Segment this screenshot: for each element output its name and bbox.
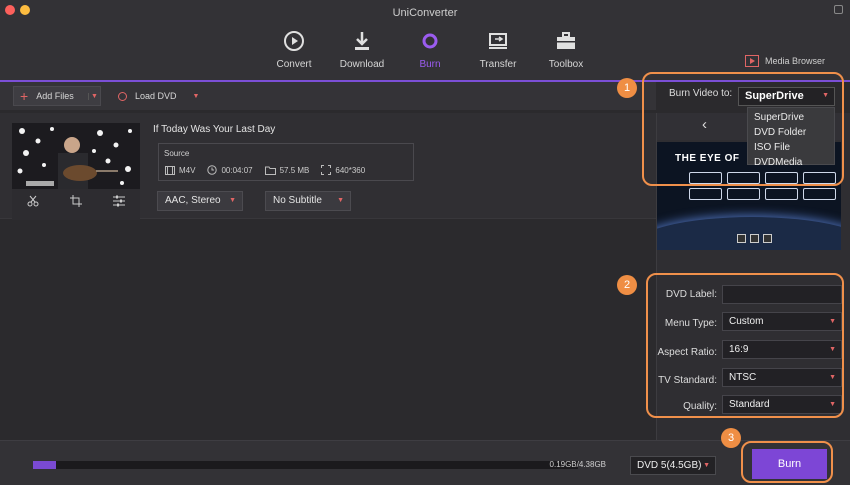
nav-burn[interactable]: Burn [396, 28, 464, 70]
clock-icon [207, 165, 218, 175]
size-value: 57.5 MB [279, 165, 310, 175]
scissors-icon[interactable] [27, 195, 39, 207]
folder-icon [264, 166, 276, 175]
source-label: Source [164, 149, 190, 158]
preview-control [750, 234, 759, 243]
annotation-badge-1: 1 [617, 78, 637, 98]
nav-convert[interactable]: Convert [260, 28, 328, 70]
file-title: If Today Was Your Last Day [153, 124, 276, 135]
media-browser-label: Media Browser [765, 56, 826, 66]
nav-download-label: Download [339, 59, 385, 70]
add-files-label: Add Files [36, 91, 74, 101]
annotation-badge-2: 2 [617, 275, 637, 295]
annotation-box-1 [642, 72, 844, 186]
file-item[interactable]: If Today Was Your Last Day Source M4V 00… [0, 113, 656, 220]
annotation-box-2 [646, 273, 844, 418]
preview-thumb [803, 188, 836, 200]
nav-burn-label: Burn [419, 59, 441, 70]
resolution-value: 640*360 [335, 165, 366, 175]
preview-controls [737, 234, 772, 243]
nav-transfer-label: Transfer [479, 59, 517, 70]
media-browser-button[interactable]: Media Browser [745, 55, 825, 67]
video-thumbnail-image [12, 123, 140, 189]
preview-thumb [765, 188, 798, 200]
nav-toolbox-label: Toolbox [548, 59, 584, 70]
add-files-button[interactable]: + Add Files ▼ [13, 86, 101, 106]
load-dvd-label: Load DVD [135, 91, 177, 101]
load-dvd-button[interactable]: Load DVD ▼ [118, 86, 199, 106]
disc-capacity-text: 0.19GB/4.38GB [549, 460, 606, 469]
adjust-icon[interactable] [112, 195, 125, 207]
nav-download[interactable]: Download [328, 28, 396, 70]
chevron-down-icon: ▼ [703, 462, 710, 469]
video-thumbnail [12, 123, 140, 220]
transfer-icon [464, 28, 532, 54]
disc-capacity-fill [33, 461, 57, 469]
format-value: M4V [179, 165, 196, 175]
download-icon [328, 28, 396, 54]
preview-thumb [689, 188, 722, 200]
subtitle-select[interactable]: No Subtitle ▼ [265, 191, 351, 211]
preview-control [763, 234, 772, 243]
media-browser-icon [745, 55, 759, 67]
toolbox-icon [532, 28, 600, 54]
chevron-down-icon[interactable]: ▼ [193, 93, 200, 100]
main-nav: Convert Download Burn Transfer Toolbox [260, 28, 600, 70]
audio-track-select[interactable]: AAC, Stereo ▼ [157, 191, 243, 211]
source-meta: M4V 00:04:07 57.5 MB 640*360 [165, 165, 377, 175]
preview-control [737, 234, 746, 243]
preview-thumb [727, 188, 760, 200]
dvd-type-select[interactable]: DVD 5(4.5GB) ▼ [630, 456, 716, 475]
format-meta: M4V [165, 165, 196, 175]
nav-transfer[interactable]: Transfer [464, 28, 532, 70]
film-icon [165, 165, 175, 175]
crop-icon[interactable] [69, 194, 82, 207]
plus-icon: + [20, 88, 29, 104]
window-title: UniConverter [392, 7, 458, 19]
resolution-meta: 640*360 [321, 165, 365, 175]
nav-toolbox[interactable]: Toolbox [532, 28, 600, 70]
convert-icon [260, 28, 328, 54]
annotation-box-3 [741, 441, 833, 483]
bottom-bar: 0.19GB/4.38GB DVD 5(4.5GB) ▼ Burn [0, 440, 850, 485]
dvd-type-value: DVD 5(4.5GB) [637, 460, 702, 471]
chevron-down-icon: ▼ [229, 197, 236, 204]
duration-meta: 00:04:07 [207, 165, 253, 175]
nav-convert-label: Convert [276, 59, 312, 70]
subtitle-value: No Subtitle [273, 195, 322, 206]
duration-value: 00:04:07 [221, 165, 253, 175]
resolution-icon [321, 165, 332, 175]
disc-icon [118, 91, 127, 101]
disc-capacity-bar [33, 461, 578, 469]
burn-icon [396, 28, 464, 54]
annotation-badge-3: 3 [721, 428, 741, 448]
audio-track-value: AAC, Stereo [165, 195, 221, 206]
source-info: Source M4V 00:04:07 57.5 MB 640*360 [158, 143, 414, 181]
chevron-down-icon[interactable]: ▼ [88, 92, 100, 100]
thumbnail-tools [12, 189, 140, 210]
file-list-empty-area [0, 220, 656, 440]
fullscreen-button[interactable] [834, 5, 843, 14]
toolbar: + Add Files ▼ Load DVD ▼ [0, 82, 656, 110]
title-bar: UniConverter Convert Download Burn Trans… [0, 0, 850, 80]
size-meta: 57.5 MB [264, 165, 310, 175]
chevron-down-icon: ▼ [337, 197, 344, 204]
